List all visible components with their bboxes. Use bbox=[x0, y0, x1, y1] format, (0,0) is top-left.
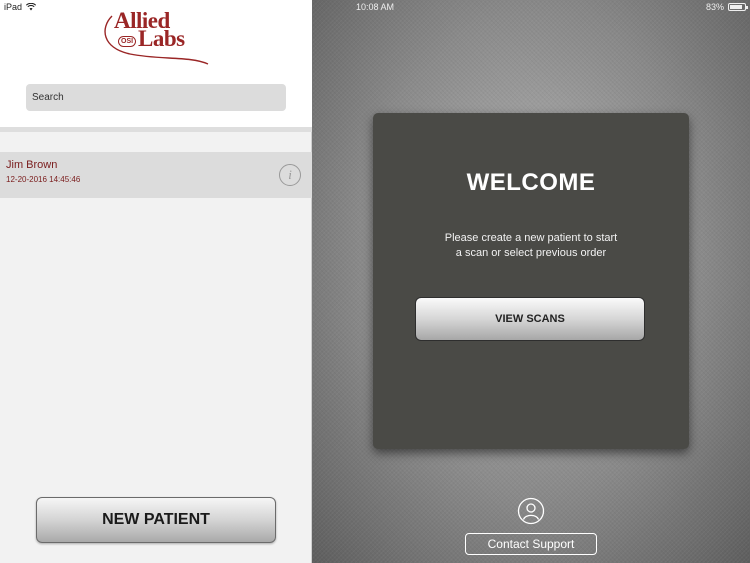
battery-icon bbox=[728, 3, 748, 11]
view-scans-button[interactable]: VIEW SCANS bbox=[415, 297, 645, 341]
new-patient-button[interactable]: NEW PATIENT bbox=[36, 497, 276, 543]
welcome-message-line1: Please create a new patient to start bbox=[444, 232, 618, 244]
left-header: Allied OSI Labs Search bbox=[0, 0, 312, 128]
search-placeholder: Search bbox=[32, 92, 64, 103]
user-support-icon[interactable] bbox=[517, 497, 545, 525]
status-bar: iPad 10:08 AM 83% bbox=[0, 0, 750, 14]
status-right: 83% bbox=[705, 2, 748, 12]
patient-date: 12-20-2016 14:45:46 bbox=[6, 175, 81, 184]
battery-percent: 83% bbox=[705, 2, 724, 12]
allied-labs-logo: Allied OSI Labs bbox=[100, 8, 215, 66]
search-input[interactable]: Search bbox=[26, 84, 286, 111]
status-time: 10:08 AM bbox=[355, 2, 395, 12]
welcome-message-line2: a scan or select previous order bbox=[455, 247, 607, 259]
welcome-panel: WELCOME Please create a new patient to s… bbox=[312, 0, 750, 563]
patient-list-panel: Allied OSI Labs Search Jim Brown 12-20-2… bbox=[0, 0, 312, 563]
patient-name: Jim Brown bbox=[6, 159, 58, 171]
welcome-card: WELCOME Please create a new patient to s… bbox=[373, 113, 689, 449]
patient-list-item[interactable]: Jim Brown 12-20-2016 14:45:46 i bbox=[0, 152, 312, 198]
contact-support-button[interactable]: Contact Support bbox=[465, 533, 597, 555]
header-divider bbox=[0, 127, 312, 132]
welcome-message: Please create a new patient to start a s… bbox=[413, 231, 649, 261]
info-icon[interactable]: i bbox=[279, 164, 301, 186]
logo-badge: OSI bbox=[118, 36, 137, 47]
welcome-title: WELCOME bbox=[466, 169, 596, 196]
logo-line2: Labs bbox=[138, 26, 185, 51]
battery-fill bbox=[730, 5, 742, 9]
